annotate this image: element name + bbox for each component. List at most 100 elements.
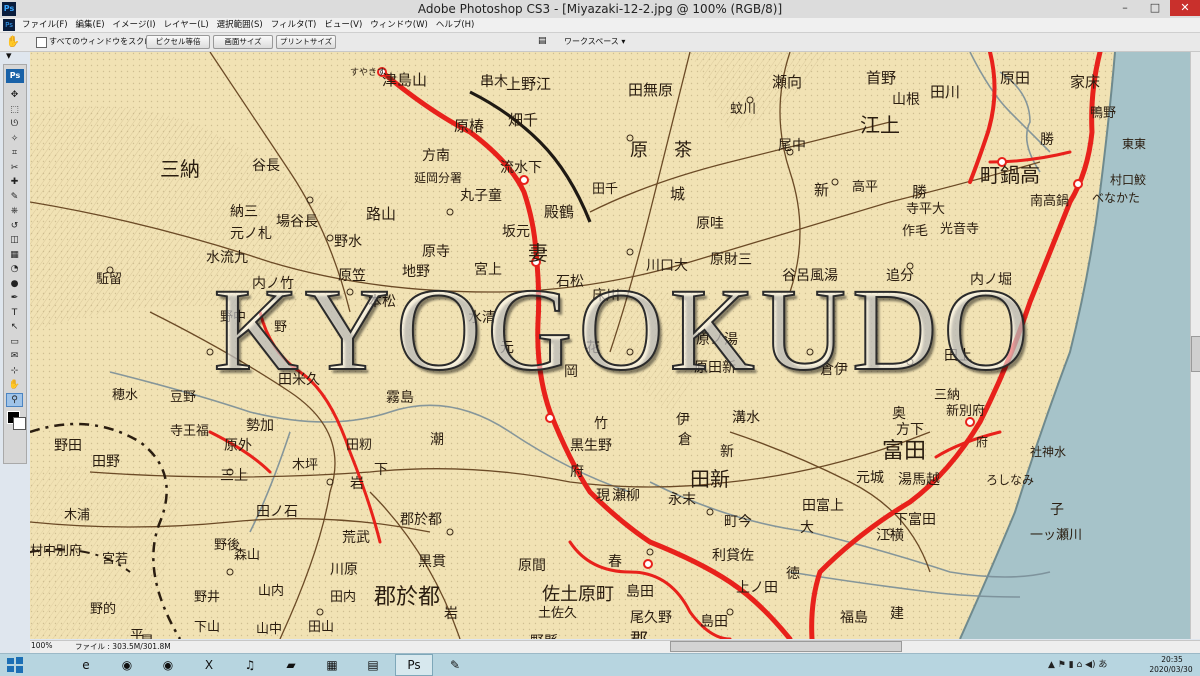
blur-icon[interactable]: ◔: [7, 263, 22, 275]
menu-item[interactable]: 選択範囲(S): [213, 18, 267, 32]
map-place-label: 原椿: [454, 117, 484, 135]
sticky-notes-icon[interactable]: ▤: [355, 655, 391, 675]
notes-icon[interactable]: ✉: [7, 350, 22, 362]
map-place-label: 宮若: [102, 551, 128, 567]
path-select-icon[interactable]: ↖: [7, 321, 22, 333]
map-place-label: 勢加: [246, 418, 274, 434]
map-place-label: 島田: [700, 614, 728, 630]
map-coast-label: 東東: [1122, 137, 1146, 151]
type-icon[interactable]: T: [7, 307, 22, 319]
photoshop-icon[interactable]: Ps: [395, 654, 433, 676]
workspace-icon[interactable]: ▤: [538, 36, 552, 47]
menu-item[interactable]: イメージ(I): [109, 18, 160, 32]
chrome-icon[interactable]: ◉: [109, 655, 145, 675]
magic-wand-icon[interactable]: ✧: [7, 133, 22, 145]
menu-item[interactable]: レイヤー(L): [160, 18, 213, 32]
map-place-label: 元ノ札: [230, 226, 272, 242]
eraser-icon[interactable]: ◫: [7, 234, 22, 246]
menu-item[interactable]: ヘルプ(H): [432, 18, 479, 32]
dodge-icon[interactable]: ●: [7, 278, 22, 290]
map-place-label: 原: [630, 140, 648, 161]
menu-item[interactable]: フィルタ(T): [267, 18, 321, 32]
paint-icon[interactable]: ✎: [437, 655, 473, 675]
ie-icon[interactable]: e: [68, 655, 104, 675]
pen-icon[interactable]: ✒: [7, 292, 22, 304]
map-place-label: 上野江: [506, 75, 551, 93]
map-place-label: 野的: [90, 601, 116, 617]
maximize-button[interactable]: □: [1140, 0, 1170, 16]
gradient-icon[interactable]: ▦: [7, 249, 22, 261]
history-brush-icon[interactable]: ↺: [7, 220, 22, 232]
map-coast-label: 府: [976, 434, 988, 449]
clock-time[interactable]: 20:35: [1150, 655, 1194, 664]
move-icon[interactable]: ✥: [7, 89, 22, 101]
close-button[interactable]: ✕: [1170, 0, 1200, 16]
map-place-label: 黒貫: [418, 554, 446, 570]
map-place-label: 延岡分署: [414, 171, 462, 185]
map-place-label: 新: [814, 181, 829, 199]
map-place-label: 田千: [592, 182, 618, 197]
map-place-label: 流水下: [500, 160, 542, 176]
calculator-icon[interactable]: ▦: [314, 655, 350, 675]
map-place-label: 建: [890, 606, 904, 622]
file-info[interactable]: ファイル : 303.5M/301.8M: [75, 641, 171, 652]
map-place-label: 田籾: [346, 438, 372, 453]
map-place-label: 首野: [866, 69, 896, 87]
menu-item[interactable]: ビュー(V): [320, 18, 366, 32]
map-coast-label: べなかた: [1092, 191, 1140, 205]
map-place-label: 黒生野: [570, 438, 612, 454]
chrome-alt-icon[interactable]: ◉: [150, 655, 186, 675]
map-place-label: 三納: [160, 157, 200, 181]
map-place-label: 岩: [444, 606, 458, 622]
map-place-label: 川原: [330, 562, 358, 578]
hand-tool-icon[interactable]: ✋▾: [6, 35, 22, 62]
zoom-level[interactable]: 100%: [31, 641, 52, 650]
map-place-label: 田山: [308, 620, 334, 635]
clock-date[interactable]: 2020/03/30: [1146, 665, 1196, 674]
map-place-label: 坂元: [502, 224, 530, 240]
map-place-label: 田野: [92, 454, 120, 470]
vertical-scroll-thumb[interactable]: [1191, 336, 1200, 372]
map-place-label: 茶: [674, 140, 692, 161]
map-place-label: 瀬向: [772, 73, 802, 91]
zoom-icon[interactable]: ⚲: [6, 392, 23, 407]
actual-pixels-button[interactable]: ピクセル等倍: [146, 35, 210, 49]
document-canvas[interactable]: 津島山 すやきす 串木 上野江 田無原 畑千 原椿 瀬向 首野 田川 原田 家床 蚊川 江上 山根勝 鴨野 三納…: [30, 52, 1190, 639]
window-title: Adobe Photoshop CS3 - [Miyazaki-12-2.jpg…: [417, 2, 783, 16]
watermark-text: KYOGOKUDO: [213, 263, 1035, 396]
hand-icon[interactable]: ✋: [7, 379, 22, 391]
scroll-all-windows-checkbox[interactable]: [36, 37, 47, 48]
lasso-icon[interactable]: ᘎ: [7, 118, 22, 130]
map-place-label: 場谷長: [276, 214, 318, 230]
marquee-icon[interactable]: ⬚: [7, 104, 22, 116]
itunes-icon[interactable]: ♫: [232, 655, 268, 675]
background-color-swatch[interactable]: [13, 417, 26, 430]
fit-screen-button[interactable]: 画面サイズ: [213, 35, 273, 49]
app-icon[interactable]: ▰: [273, 655, 309, 675]
document-icon[interactable]: Ps: [3, 19, 15, 31]
menu-item[interactable]: ウィンドウ(W): [366, 18, 432, 32]
crop-icon[interactable]: ⌗: [7, 147, 22, 159]
map-place-label: 上ノ田: [736, 580, 778, 596]
stamp-icon[interactable]: ⎈: [7, 205, 22, 217]
brush-icon[interactable]: ✎: [7, 191, 22, 203]
excel-icon[interactable]: X: [191, 655, 227, 675]
slice-icon[interactable]: ✂: [7, 162, 22, 174]
map-place-label: 伊: [676, 412, 690, 428]
map-place-label: 島田: [626, 584, 654, 600]
minimize-button[interactable]: –: [1110, 0, 1140, 16]
map-place-label: 府: [570, 464, 584, 480]
windows-start-icon[interactable]: [6, 656, 24, 674]
system-tray[interactable]: ▲ ⚑ ▮ ⌂ ◀) あ: [1048, 657, 1107, 670]
shape-icon[interactable]: ▭: [7, 336, 22, 348]
print-size-button[interactable]: プリントサイズ: [276, 35, 336, 49]
map-place-label: 尾久野: [630, 610, 672, 626]
workspace-dropdown[interactable]: ワークスペース ▾: [564, 36, 625, 47]
horizontal-scroll-thumb[interactable]: [670, 641, 902, 652]
menu-item[interactable]: 編集(E): [72, 18, 109, 32]
eyedropper-icon[interactable]: ⊹: [7, 365, 22, 377]
map-place-label: 田新: [690, 467, 730, 491]
healing-icon[interactable]: ✚: [7, 176, 22, 188]
map-place-label: 新別府: [946, 403, 985, 419]
menu-item[interactable]: ファイル(F): [18, 18, 72, 32]
